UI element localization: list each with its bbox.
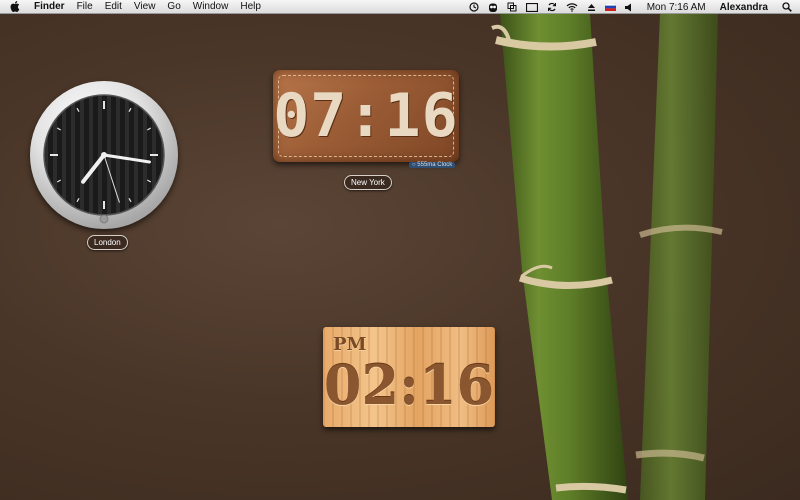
menu-view[interactable]: View <box>134 1 156 12</box>
info-button-icon[interactable] <box>99 214 109 224</box>
menu-window[interactable]: Window <box>193 1 229 12</box>
app-menu-finder[interactable]: Finder <box>34 1 65 12</box>
copy-icon[interactable] <box>507 2 517 12</box>
status-area: Mon 7:16 AM Alexandra <box>460 0 792 14</box>
volume-icon[interactable] <box>624 3 633 12</box>
leather-clock-widget[interactable]: 07:16 <box>273 70 459 162</box>
user-name[interactable]: Alexandra <box>720 2 768 13</box>
apple-menu-icon[interactable] <box>10 1 20 12</box>
time-machine-icon[interactable] <box>469 2 479 12</box>
wifi-icon[interactable] <box>566 2 578 12</box>
search-icon[interactable] <box>782 2 792 12</box>
menu-help[interactable]: Help <box>240 1 261 12</box>
leather-clock-time: 07:16 <box>273 81 459 151</box>
wood-clock-widget[interactable]: PM 02:16 <box>323 327 495 427</box>
menu-edit[interactable]: Edit <box>105 1 122 12</box>
new-york-label: New York <box>344 175 392 190</box>
eject-icon[interactable] <box>587 3 596 12</box>
flag-icon[interactable] <box>604 3 616 11</box>
analog-clock-face <box>43 94 165 224</box>
sync-icon[interactable] <box>547 2 557 12</box>
london-label: London <box>87 235 128 250</box>
clock-widget-tag[interactable]: ○ 555ma Clock <box>409 162 456 168</box>
display-icon[interactable] <box>525 2 538 12</box>
analog-clock-widget[interactable] <box>30 81 178 229</box>
wood-clock-ampm: PM <box>333 334 367 355</box>
owl-icon[interactable] <box>488 2 498 13</box>
menubar-clock[interactable]: Mon 7:16 AM <box>647 2 706 13</box>
menu-file[interactable]: File <box>77 1 93 12</box>
wood-clock-time: 02:16 <box>323 353 495 417</box>
menu-go[interactable]: Go <box>167 1 180 12</box>
menu-bar: Finder File Edit View Go Window Help Mon… <box>0 0 800 14</box>
